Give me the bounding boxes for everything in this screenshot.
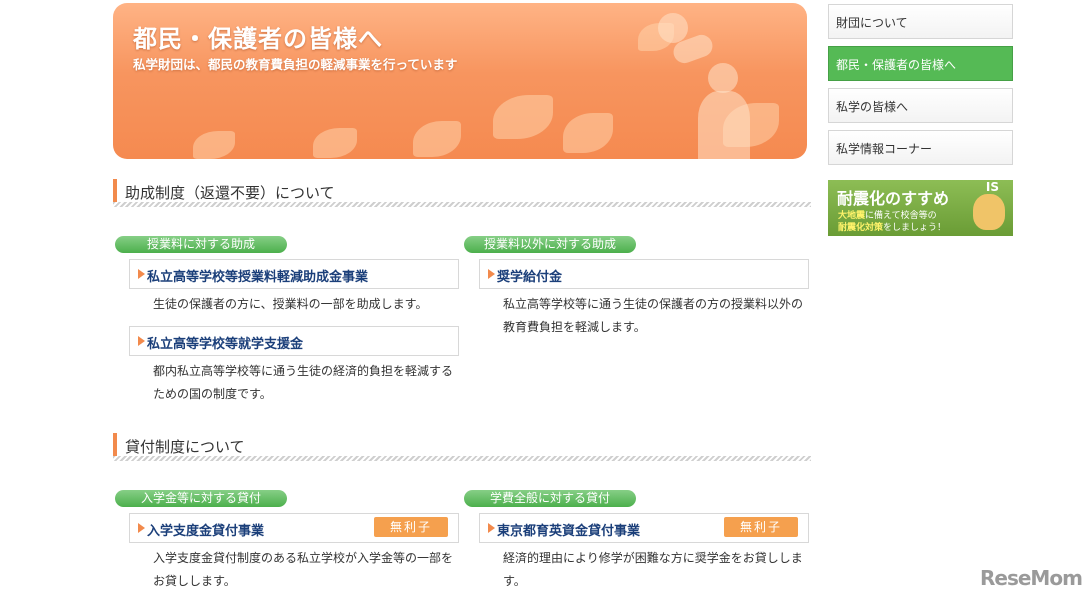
leaf-decoration xyxy=(493,95,553,139)
mascot-label: IS xyxy=(985,180,999,194)
hero-banner: 都民・保護者の皆様へ 私学財団は、都民の教育費負担の軽減事業を行っています xyxy=(113,3,807,159)
sidebar-item-info-corner[interactable]: 私学情報コーナー xyxy=(828,130,1013,165)
parent-head-silhouette xyxy=(708,63,738,93)
category-pill: 授業料以外に対する助成 xyxy=(464,236,636,253)
earthquake-promo-banner[interactable]: 耐震化のすすめ 大地震に備えて校舎等の 耐震化対策をしましょう！ IS xyxy=(828,180,1013,236)
promo-text: をしましょう！ xyxy=(883,223,947,233)
link-scholarship-grant[interactable]: 奨学給付金 xyxy=(479,259,809,289)
sidebar-item-label: 私学情報コーナー xyxy=(836,142,933,156)
section-heading-text: 貸付制度について xyxy=(125,438,245,456)
item-description: 私立高等学校等に通う生徒の保護者の方の授業料以外の教育費負担を軽減します。 xyxy=(503,297,804,334)
item-description: 経済的理由により修学が困難な方に奨学金をお貸しします。 xyxy=(503,551,803,588)
section-heading-loans: 貸付制度について xyxy=(113,433,811,461)
promo-text-line2: 耐震化対策をしましょう！ xyxy=(838,220,946,233)
item-description: 入学支度金貸付制度のある私立学校が入学金等の一部をお貸しします。 xyxy=(153,551,454,588)
arrow-right-icon xyxy=(138,523,145,533)
leaf-decoration xyxy=(413,121,461,157)
mascot-icon xyxy=(973,194,1005,230)
banner-title: 都民・保護者の皆様へ xyxy=(133,25,383,53)
item-label[interactable]: 東京都育英資金貸付事業 xyxy=(497,520,640,539)
leaf-decoration xyxy=(563,113,613,153)
arrow-right-icon xyxy=(488,269,495,279)
link-ikuei-loan[interactable]: 東京都育英資金貸付事業 無利子 xyxy=(479,513,809,543)
arrow-right-icon xyxy=(138,269,145,279)
arrow-right-icon xyxy=(138,336,145,346)
resemom-watermark-logo: ReseMom xyxy=(980,566,1083,590)
heading-stripe xyxy=(113,456,811,461)
category-pill: 学費全般に対する貸付 xyxy=(464,490,636,507)
child-silhouette xyxy=(658,13,688,43)
sidebar-item-label: 私学の皆様へ xyxy=(836,100,909,114)
arrow-right-icon xyxy=(488,523,495,533)
parent-body-silhouette xyxy=(698,91,750,159)
leaf-decoration xyxy=(313,128,357,158)
leaf-decoration xyxy=(193,131,235,159)
promo-highlight: 耐震化対策 xyxy=(838,223,884,233)
category-pill: 入学金等に対する貸付 xyxy=(115,490,287,507)
sidebar-item-label: 財団について xyxy=(836,16,908,30)
sidebar-item-about[interactable]: 財団について xyxy=(828,4,1013,39)
heading-stripe xyxy=(113,202,811,207)
item-label[interactable]: 私立高等学校等就学支援金 xyxy=(147,333,303,352)
item-description: 生徒の保護者の方に、授業料の一部を助成します。 xyxy=(153,297,428,311)
link-tuition-reduction[interactable]: 私立高等学校等授業料軽減助成金事業 xyxy=(129,259,459,289)
section-heading-grants: 助成制度（返還不要）について xyxy=(113,179,811,207)
category-pill: 授業料に対する助成 xyxy=(115,236,287,253)
item-label[interactable]: 奨学給付金 xyxy=(497,266,562,285)
interest-free-badge: 無利子 xyxy=(374,517,448,537)
sidebar-item-schools[interactable]: 私学の皆様へ xyxy=(828,88,1013,123)
item-description: 都内私立高等学校等に通う生徒の経済的負担を軽減するための国の制度です。 xyxy=(153,364,454,401)
section-heading-text: 助成制度（返還不要）について xyxy=(125,184,335,202)
sidebar-item-citizens[interactable]: 都民・保護者の皆様へ xyxy=(828,46,1013,81)
link-enrollment-support[interactable]: 私立高等学校等就学支援金 xyxy=(129,326,459,356)
sidebar-item-label: 都民・保護者の皆様へ xyxy=(836,58,957,72)
interest-free-badge: 無利子 xyxy=(724,517,798,537)
item-label[interactable]: 入学支度金貸付事業 xyxy=(147,520,264,539)
link-admission-loan[interactable]: 入学支度金貸付事業 無利子 xyxy=(129,513,459,543)
promo-title: 耐震化のすすめ xyxy=(837,189,950,208)
item-label[interactable]: 私立高等学校等授業料軽減助成金事業 xyxy=(147,266,368,285)
banner-subtitle: 私学財団は、都民の教育費負担の軽減事業を行っています xyxy=(133,57,458,72)
